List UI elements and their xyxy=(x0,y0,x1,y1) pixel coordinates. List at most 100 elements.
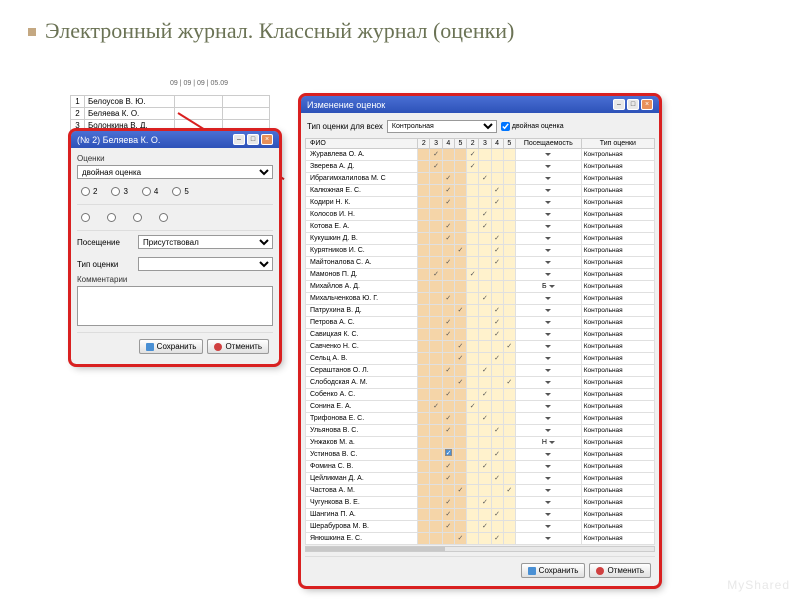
grade-cell[interactable] xyxy=(479,197,491,209)
grade-cell[interactable] xyxy=(418,509,430,521)
type-cell[interactable]: Контрольная xyxy=(581,413,654,425)
type-cell[interactable]: Контрольная xyxy=(581,353,654,365)
grade-cell[interactable] xyxy=(454,185,466,197)
grade-cell[interactable]: ✓ xyxy=(442,293,454,305)
grade-cell[interactable] xyxy=(503,365,515,377)
attendance-cell[interactable] xyxy=(515,317,581,329)
grade-type-select[interactable] xyxy=(138,257,273,271)
grade-cell[interactable]: ✓ xyxy=(479,209,491,221)
grade-cell[interactable]: ✓ xyxy=(479,389,491,401)
grade-cell[interactable] xyxy=(454,257,466,269)
grade-cell[interactable] xyxy=(503,461,515,473)
type-cell[interactable]: Контрольная xyxy=(581,305,654,317)
grade-cell[interactable]: ✓ xyxy=(491,257,503,269)
attendance-cell[interactable] xyxy=(515,161,581,173)
attendance-cell[interactable] xyxy=(515,329,581,341)
grade-cell[interactable]: ✓ xyxy=(442,257,454,269)
grade-cell[interactable] xyxy=(442,485,454,497)
grade-cell[interactable] xyxy=(454,233,466,245)
grade-cell[interactable] xyxy=(467,365,479,377)
grade-cell[interactable]: ✓ xyxy=(479,461,491,473)
grade-cell[interactable] xyxy=(491,497,503,509)
grade-cell[interactable] xyxy=(418,209,430,221)
grade-cell[interactable] xyxy=(418,269,430,281)
grade-cell[interactable] xyxy=(442,449,454,461)
type-all-select[interactable]: Контрольная xyxy=(387,120,497,133)
grade-cell[interactable] xyxy=(442,353,454,365)
grade-cell[interactable]: ✓ xyxy=(454,377,466,389)
grade-cell[interactable] xyxy=(479,257,491,269)
grade-cell[interactable] xyxy=(454,437,466,449)
attendance-cell[interactable] xyxy=(515,365,581,377)
grade-cell[interactable] xyxy=(503,209,515,221)
grade-cell[interactable] xyxy=(418,485,430,497)
grade-cell[interactable] xyxy=(430,497,442,509)
type-cell[interactable]: Контрольная xyxy=(581,473,654,485)
type-cell[interactable]: Контрольная xyxy=(581,257,654,269)
grade-cell[interactable] xyxy=(418,389,430,401)
grade-cell[interactable] xyxy=(418,245,430,257)
type-cell[interactable]: Контрольная xyxy=(581,389,654,401)
grade-cell[interactable]: ✓ xyxy=(442,329,454,341)
dialog1-titlebar[interactable]: (№ 2) Беляева К. О. – □ × xyxy=(71,131,279,148)
grade-cell[interactable] xyxy=(467,509,479,521)
grade-cell[interactable]: ✓ xyxy=(491,425,503,437)
grade-cell[interactable] xyxy=(491,161,503,173)
grade-cell[interactable] xyxy=(491,293,503,305)
type-cell[interactable]: Контрольная xyxy=(581,197,654,209)
grade-cell[interactable] xyxy=(467,305,479,317)
attendance-cell[interactable] xyxy=(515,173,581,185)
grade-radio[interactable] xyxy=(81,187,90,196)
grade-cell[interactable] xyxy=(418,413,430,425)
grade-cell[interactable]: ✓ xyxy=(454,245,466,257)
grade-cell[interactable] xyxy=(491,437,503,449)
grade-cell[interactable] xyxy=(430,461,442,473)
grade-cell[interactable] xyxy=(479,401,491,413)
grade-cell[interactable] xyxy=(467,293,479,305)
attendance-cell[interactable] xyxy=(515,485,581,497)
grade-cell[interactable] xyxy=(418,377,430,389)
grade-cell[interactable] xyxy=(442,209,454,221)
grade-cell[interactable] xyxy=(430,281,442,293)
attendance-cell[interactable] xyxy=(515,389,581,401)
type-cell[interactable]: Контрольная xyxy=(581,149,654,161)
type-cell[interactable]: Контрольная xyxy=(581,329,654,341)
grade-cell[interactable] xyxy=(418,401,430,413)
attendance-cell[interactable] xyxy=(515,425,581,437)
grade-cell[interactable] xyxy=(467,533,479,545)
bg-student-row[interactable]: 2Беляева К. О. xyxy=(71,108,270,120)
grade-cell[interactable] xyxy=(503,257,515,269)
grade-mode-select[interactable]: двойная оценка xyxy=(77,165,273,179)
grade-cell[interactable] xyxy=(479,233,491,245)
grade-cell[interactable] xyxy=(479,437,491,449)
cancel-button[interactable]: Отменить xyxy=(207,339,269,354)
grade-cell[interactable] xyxy=(467,341,479,353)
grade-cell[interactable]: ✓ xyxy=(491,329,503,341)
grade-cell[interactable] xyxy=(454,413,466,425)
grade-cell[interactable]: ✓ xyxy=(442,185,454,197)
grade-cell[interactable] xyxy=(454,509,466,521)
grade-cell[interactable] xyxy=(418,233,430,245)
grade-cell[interactable] xyxy=(479,281,491,293)
attendance-cell[interactable] xyxy=(515,461,581,473)
maximize-icon[interactable]: □ xyxy=(627,99,639,110)
comment-textarea[interactable] xyxy=(77,286,273,326)
type-cell[interactable]: Контрольная xyxy=(581,377,654,389)
grade-cell[interactable] xyxy=(430,293,442,305)
grade-cell[interactable] xyxy=(430,413,442,425)
type-cell[interactable]: Контрольная xyxy=(581,521,654,533)
grade-cell[interactable] xyxy=(430,185,442,197)
grade-cell[interactable] xyxy=(454,281,466,293)
grade-cell[interactable] xyxy=(503,173,515,185)
grade-cell[interactable] xyxy=(503,329,515,341)
grade-cell[interactable] xyxy=(418,173,430,185)
type-cell[interactable]: Контрольная xyxy=(581,293,654,305)
minimize-icon[interactable]: – xyxy=(613,99,625,110)
grade-cell[interactable] xyxy=(503,449,515,461)
attendance-cell[interactable] xyxy=(515,377,581,389)
type-cell[interactable]: Контрольная xyxy=(581,209,654,221)
grade-cell[interactable] xyxy=(454,365,466,377)
attendance-cell[interactable] xyxy=(515,245,581,257)
grade-cell[interactable] xyxy=(418,353,430,365)
grade-cell[interactable] xyxy=(467,473,479,485)
